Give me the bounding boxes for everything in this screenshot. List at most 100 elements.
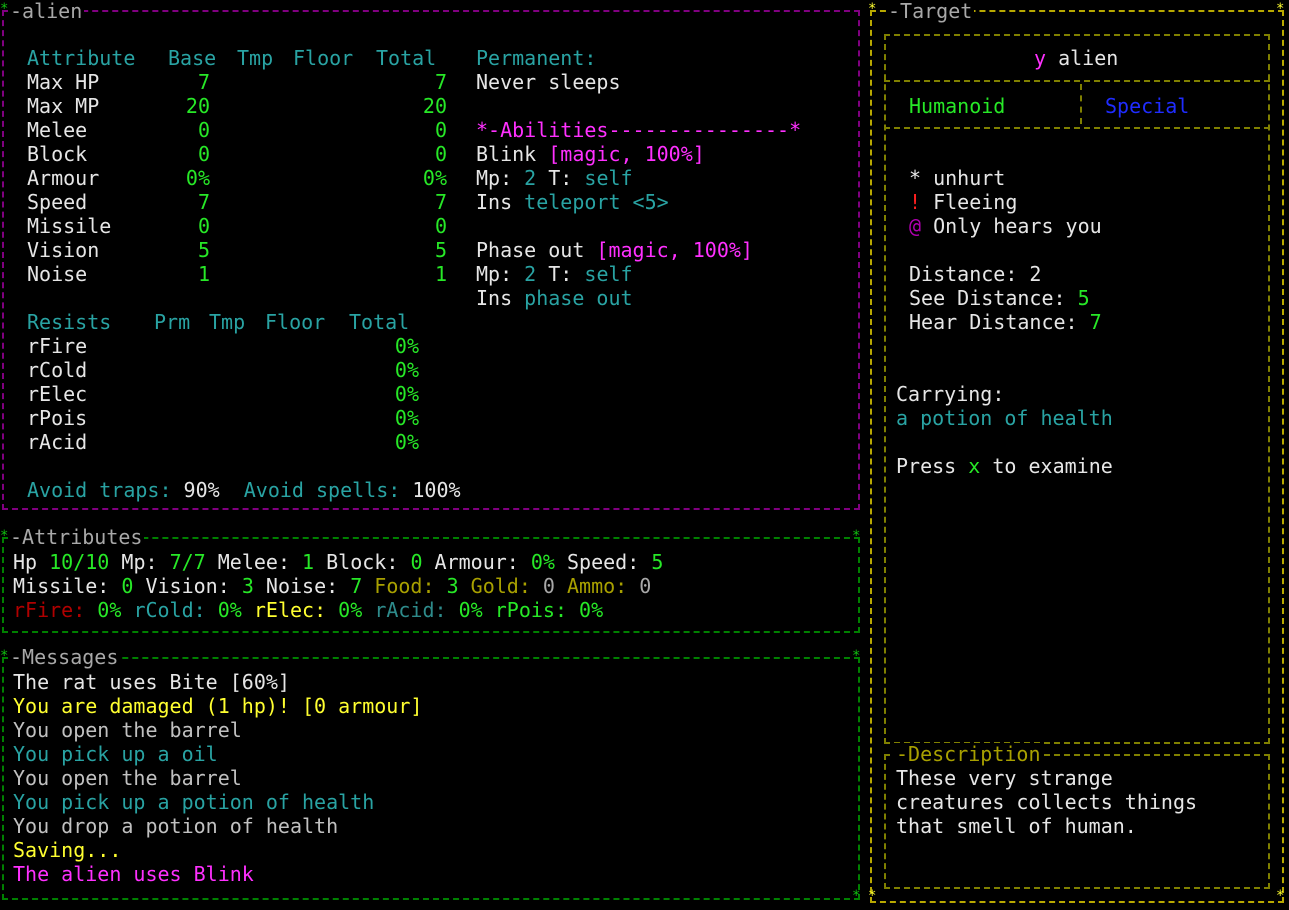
status-at-icon: @ [909,214,922,238]
attribute-base: 0 [197,142,210,166]
attribute-name: Max HP [27,70,100,94]
target-hear-distance: Hear Distance: 7 [909,310,1102,334]
attr-header-tmp: Tmp [237,46,274,70]
resist-total: 0% [394,382,419,406]
status-exclaim-icon: ! [909,190,922,214]
attribute-total: 7 [434,190,447,214]
target-separator [884,80,1270,82]
attribute-base: 20 [185,94,210,118]
attr-header-base: Base [168,46,217,70]
corner-marker: * [0,648,9,664]
resist-header-tmp: Tmp [209,310,246,334]
examine-key[interactable]: x [968,454,980,478]
attr-header-attribute: Attribute [27,46,136,70]
corner-marker: * [1276,888,1285,904]
attributes-panel-title: -Attributes [8,525,145,549]
target-panel-title: -Target [886,0,975,23]
attribute-total: 7 [434,70,447,94]
resist-total: 0% [394,334,419,358]
resist-total: 0% [394,406,419,430]
attribute-base: 0% [185,166,210,190]
attribute-base: 0 [197,214,210,238]
corner-marker: * [1276,1,1285,17]
carried-item[interactable]: a potion of health [896,406,1113,430]
attr-header-total: Total [376,46,437,70]
attribute-base: 0 [197,118,210,142]
attribute-name: Speed [27,190,88,214]
corner-marker: * [852,648,861,664]
resist-name: rElec [27,382,88,406]
player-stats-line-2: Missile: 0 Vision: 3 Noise: 7 Food: 3 Go… [13,574,652,598]
message-line: You pick up a potion of health [13,790,375,814]
message-line: You open the barrel [13,766,242,790]
avoid-line: Avoid traps: 90% Avoid spells: 100% [27,478,461,502]
target-separator [884,127,1270,129]
resist-name: rPois [27,406,88,430]
attribute-total: 5 [434,238,447,262]
attribute-base: 5 [197,238,210,262]
abilities-header: *-Abilities---------------* [476,118,802,142]
attribute-total: 0% [422,166,447,190]
target-type: Humanoid [909,94,1006,118]
description-line: that smell of human. [896,814,1137,838]
resist-name: rAcid [27,430,88,454]
description-line: creatures collects things [896,790,1198,814]
corner-marker: * [852,888,861,904]
resist-total: 0% [394,358,419,382]
corner-marker: * [852,528,861,544]
messages-panel-title: -Messages [8,645,121,669]
carrying-label: Carrying: [896,382,1005,406]
attribute-total: 20 [422,94,447,118]
attribute-base: 7 [197,70,210,94]
examine-hint: Press x to examine [896,454,1113,478]
message-line: The alien uses Blink [13,862,254,886]
attribute-name: Vision [27,238,100,262]
player-resists-line: rFire: 0% rCold: 0% rElec: 0% rAcid: 0% … [13,598,604,622]
attribute-total: 0 [434,142,447,166]
message-line: You drop a potion of health [13,814,339,838]
message-line: You pick up a oil [13,742,218,766]
resist-header-total: Total [349,310,410,334]
status-unhurt: * unhurt [909,166,1006,190]
attr-header-floor: Floor [293,46,354,70]
resist-header-floor: Floor [265,310,326,334]
attribute-total: 0 [434,214,447,238]
attribute-name: Armour [27,166,100,190]
attribute-total: 1 [434,262,447,286]
target-name: y alien [1034,46,1119,70]
attribute-name: Noise [27,262,88,286]
player-stats-line-1: Hp 10/10 Mp: 7/7 Melee: 1 Block: 0 Armou… [13,550,664,574]
status-fleeing: ! Fleeing [909,190,1018,214]
corner-marker: * [868,1,877,17]
message-line: Saving... [13,838,122,862]
target-see-distance: See Distance: 5 [909,286,1090,310]
attribute-base: 7 [197,190,210,214]
resist-name: rCold [27,358,88,382]
status-star-icon: * [909,166,922,190]
attribute-name: Block [27,142,88,166]
description-title: -Description [894,742,1043,766]
resist-header-prm: Prm [154,310,191,334]
description-line: These very strange [896,766,1113,790]
target-special-tab[interactable]: Special [1105,94,1189,118]
attribute-name: Missile [27,214,112,238]
resist-name: rFire [27,334,88,358]
corner-marker: * [868,888,877,904]
permanent-label: Permanent: [476,46,597,70]
message-line: The rat uses Bite [60%] [13,670,290,694]
resist-total: 0% [394,430,419,454]
resist-header-resists: Resists [27,310,112,334]
attribute-name: Max MP [27,94,100,118]
corner-marker: * [0,1,9,17]
message-line: You open the barrel [13,718,242,742]
target-glyph: y [1034,46,1047,70]
attribute-base: 1 [197,262,210,286]
attribute-total: 0 [434,118,447,142]
message-line: You are damaged (1 hp)! [0 armour] [13,694,423,718]
target-type-divider [1080,84,1082,124]
permanent-value: Never sleeps [476,70,621,94]
monster-panel-title: -alien [8,0,85,23]
corner-marker: * [0,528,9,544]
target-distance: Distance: 2 [909,262,1042,286]
attribute-name: Melee [27,118,88,142]
